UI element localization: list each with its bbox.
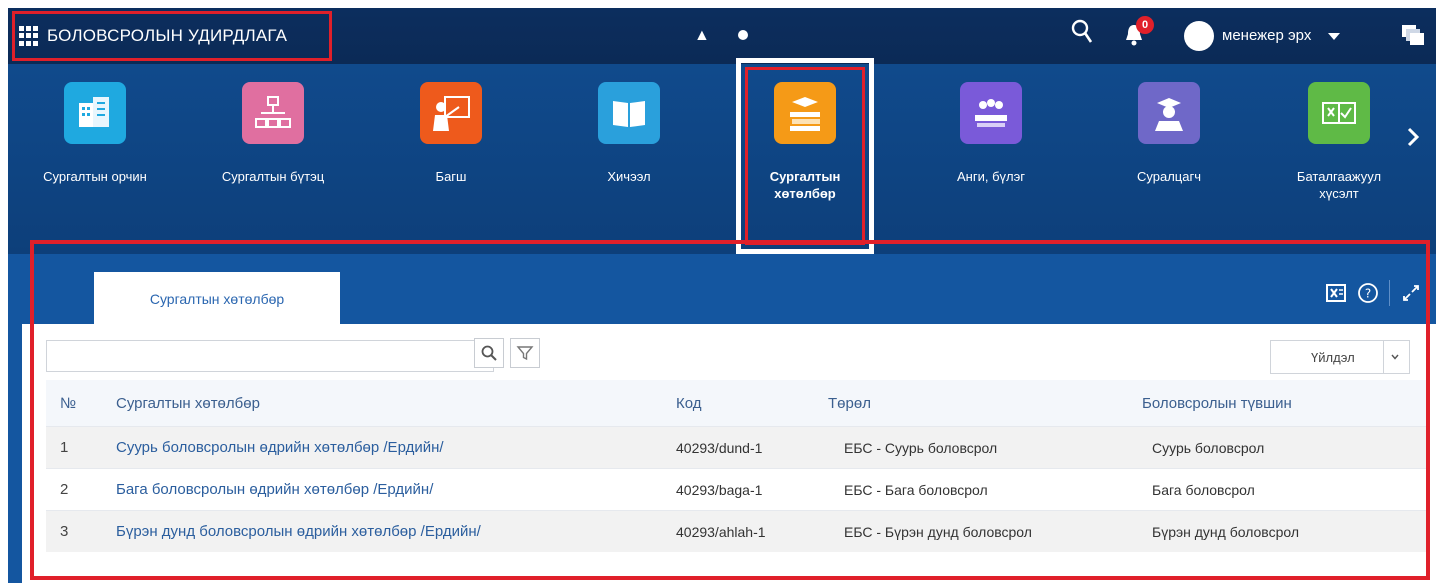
module-label: Хичээл (607, 169, 651, 184)
panel-highlight (30, 240, 1430, 580)
module-bar: Сургалтын орчин Сургалтын бүтэц Багш Хич… (8, 58, 1436, 254)
module-label: Багш (435, 169, 467, 184)
module-class-group[interactable]: Анги, бүлэг (926, 82, 1056, 185)
top-bar: БОЛОВСРОЛЫН УДИРДЛАГА ▲ 0 менежер эрх (8, 8, 1436, 64)
dot-icon[interactable] (738, 30, 748, 40)
search-icon[interactable] (1070, 18, 1094, 46)
module-label: Сургалтын бүтэц (221, 169, 325, 184)
teacher-icon (420, 82, 482, 144)
app-title: БОЛОВСРОЛЫН УДИРДЛАГА (47, 26, 288, 45)
brand[interactable]: БОЛОВСРОЛЫН УДИРДЛАГА (12, 11, 332, 61)
module-verification-request[interactable]: Баталгаажуул хүсэлт (1274, 82, 1404, 202)
class-icon (960, 82, 1022, 144)
user-role-label[interactable]: менежер эрх (1222, 27, 1311, 44)
caret-down-icon[interactable] (1328, 33, 1340, 40)
module-teacher[interactable]: Багш (386, 82, 516, 185)
module-lesson[interactable]: Хичээл (564, 82, 694, 185)
module-label: Сургалтын орчин (43, 169, 147, 184)
notifications[interactable]: 0 (1122, 16, 1156, 50)
student-icon (1138, 82, 1200, 144)
module-training-environment[interactable]: Сургалтын орчин (30, 82, 160, 185)
notification-badge: 0 (1136, 16, 1154, 34)
stack-icon[interactable] (1400, 23, 1426, 47)
home-icon[interactable]: ▲ (694, 27, 710, 45)
book-icon (598, 82, 660, 144)
checkbox-icon (1308, 82, 1370, 144)
module-student[interactable]: Суралцагч (1104, 82, 1234, 185)
avatar[interactable] (1184, 21, 1214, 51)
module-training-structure[interactable]: Сургалтын бүтэц (208, 82, 338, 185)
active-module-highlight (736, 58, 874, 254)
chevron-right-icon[interactable] (1406, 126, 1420, 148)
org-chart-icon (242, 82, 304, 144)
building-icon (64, 82, 126, 144)
module-label: Суралцагч (1137, 169, 1201, 184)
module-label: Анги, бүлэг (957, 169, 1025, 184)
grid-icon[interactable] (19, 26, 39, 46)
module-label: Баталгаажуул хүсэлт (1296, 169, 1382, 201)
